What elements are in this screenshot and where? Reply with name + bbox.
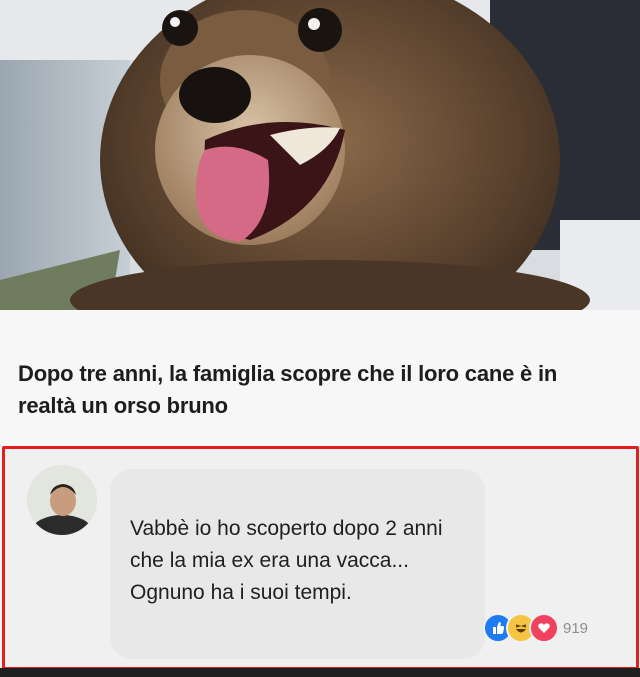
- bear-cub-photo: [0, 0, 640, 310]
- highlighted-comment: Vabbè io ho scoperto dopo 2 anni che la …: [2, 446, 639, 670]
- post-photo: [0, 0, 640, 310]
- love-icon: [529, 613, 559, 643]
- user-avatar-icon[interactable]: [27, 465, 97, 535]
- post-caption-area: Dopo tre anni, la famiglia scopre che il…: [0, 310, 640, 446]
- comment-text: Vabbè io ho scoperto dopo 2 anni che la …: [130, 517, 443, 604]
- reaction-summary[interactable]: 919: [483, 613, 588, 643]
- bottom-divider: [0, 668, 640, 677]
- comment-bubble[interactable]: Vabbè io ho scoperto dopo 2 anni che la …: [110, 469, 485, 659]
- reaction-count: 919: [563, 619, 589, 637]
- post-headline: Dopo tre anni, la famiglia scopre che il…: [18, 361, 558, 418]
